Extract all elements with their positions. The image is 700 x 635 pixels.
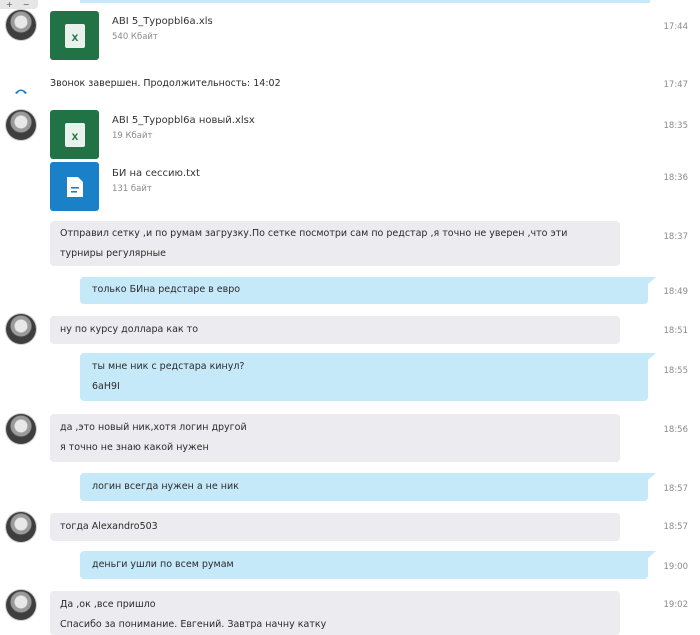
svg-text:x: x [71, 129, 78, 143]
avatar[interactable] [6, 512, 36, 542]
timestamp: 17:47 [663, 80, 689, 90]
avatar[interactable] [6, 414, 36, 444]
timestamp: 18:55 [663, 366, 689, 376]
zoom-out-icon[interactable]: − [23, 0, 30, 9]
svg-text:x: x [71, 30, 78, 44]
timestamp: 17:44 [663, 22, 689, 32]
timestamp: 19:02 [663, 600, 689, 610]
message-text: турниры регулярные [60, 248, 166, 259]
message-text: Спасибо за понимание. Евгений. Завтра на… [60, 619, 327, 630]
message-text: да ,это новый ник,хотя логин другой [60, 422, 247, 433]
message-text: 6aH9I [92, 381, 120, 392]
message-text: только БИна редстаре в евро [92, 284, 241, 295]
timestamp: 18:57 [663, 484, 689, 494]
file-size: 19 Кбайт [112, 131, 153, 141]
file-size: 131 байт [112, 184, 152, 194]
message-bubble-outgoing: деньги ушли по всем румам [80, 551, 656, 579]
timestamp: 18:35 [663, 121, 689, 131]
message-bubble-incoming: Отправил сетку ,и по румам загрузку.По с… [50, 221, 620, 266]
timestamp: 18:56 [663, 425, 689, 435]
message-bubble-outgoing: логин всегда нужен а не ник [80, 473, 656, 501]
avatar[interactable] [6, 314, 36, 344]
message-text: я точно не знаю какой нужен [60, 442, 209, 453]
zoom-controls[interactable]: + − [0, 0, 38, 9]
timestamp: 18:36 [663, 173, 689, 183]
timestamp: 18:49 [663, 287, 689, 297]
top-bubble-remnant [80, 0, 650, 3]
message-bubble-outgoing: ты мне ник с редстара кинул? 6aH9I [80, 353, 656, 401]
avatar[interactable] [6, 590, 36, 620]
message-bubble-outgoing: только БИна редстаре в евро [80, 277, 656, 304]
timestamp: 19:00 [663, 562, 689, 572]
timestamp: 18:37 [663, 232, 689, 242]
message-text: Да ,ок ,все пришло [60, 599, 156, 610]
timestamp: 18:51 [663, 326, 689, 336]
text-file-icon[interactable] [50, 162, 99, 211]
excel-file-icon[interactable]: x [50, 110, 99, 159]
message-text: деньги ушли по всем румам [92, 559, 234, 570]
file-name[interactable]: БИ на сессию.txt [112, 168, 200, 179]
message-text: ты мне ник с редстара кинул? [92, 361, 245, 372]
message-text: тогда Alexandro503 [60, 521, 158, 532]
call-ended-text: Звонок завершен. Продолжительность: 14:0… [50, 78, 281, 89]
zoom-in-icon[interactable]: + [6, 0, 13, 9]
excel-file-icon[interactable]: x [50, 11, 99, 60]
message-bubble-incoming: тогда Alexandro503 [50, 513, 620, 541]
message-bubble-incoming: да ,это новый ник,хотя логин другой я то… [50, 414, 620, 462]
file-name[interactable]: ABI 5_Турорbl6a.xls [112, 16, 213, 27]
file-name[interactable]: ABI 5_Турорbl6a новый.xlsx [112, 115, 255, 126]
avatar[interactable] [6, 10, 36, 40]
message-text: ну по курсу доллара как то [60, 324, 199, 335]
file-size: 540 Кбайт [112, 32, 158, 42]
call-ended-icon [14, 80, 28, 99]
message-text: логин всегда нужен а не ник [92, 481, 239, 492]
message-text: Отправил сетку ,и по румам загрузку.По с… [60, 228, 568, 239]
timestamp: 18:57 [663, 522, 689, 532]
avatar[interactable] [6, 110, 36, 140]
message-bubble-incoming: Да ,ок ,все пришло Спасибо за понимание.… [50, 591, 620, 635]
message-bubble-incoming: ну по курсу доллара как то [50, 316, 620, 344]
